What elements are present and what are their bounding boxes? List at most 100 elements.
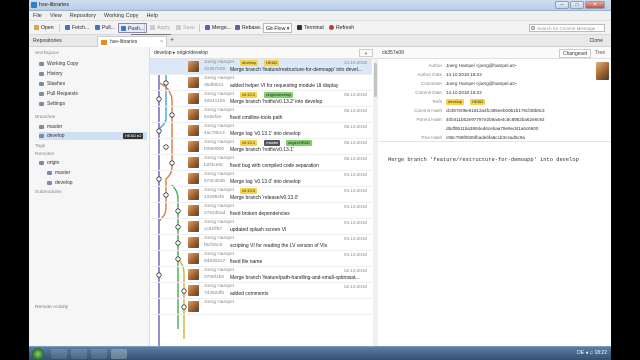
commit-hash: 673c3b3b (204, 179, 226, 184)
taskbar-media-icon[interactable] (71, 349, 87, 359)
toolbar-divider (59, 24, 60, 32)
commit-hash: 8d8302a7 (204, 259, 226, 264)
open-button[interactable]: Open (32, 23, 56, 33)
refresh-button[interactable]: Refresh (327, 23, 356, 33)
commit-row[interactable]: Joerg Hampel f2560900 08.10.2018 Merge bran… (150, 139, 372, 155)
taskbar-app-icon[interactable] (91, 349, 107, 359)
commit-row[interactable]: Joerg Hampel 0708f1b0 02.10.2018 Merge bran… (150, 267, 372, 283)
commit-row[interactable]: Joerg Hampel f8cf25c8 04.10.2018 scripting … (150, 235, 372, 251)
commit-row[interactable]: Joerg Hampel 4ac78bc4 08.10.2018 Merge tag … (150, 123, 372, 139)
author-avatar (188, 125, 199, 136)
commit-date: 04.10.2018 (344, 188, 367, 193)
add-tab-button[interactable]: + (170, 37, 174, 45)
detail-key: Commit Date (415, 90, 442, 95)
commit-date: 08.10.2018 (344, 156, 367, 161)
tab-changeset[interactable]: Changeset (559, 49, 592, 58)
close-button[interactable]: ✕ (585, 1, 605, 9)
push-button[interactable]: Push... (118, 23, 148, 33)
commit-row[interactable]: Joerg Hampel 40b41155 08.10.2018 Merge bran… (150, 91, 372, 107)
ref-label: HEAD (264, 60, 280, 66)
menu-working-copy[interactable]: Working Copy (100, 11, 142, 21)
author-avatar (188, 285, 199, 296)
author-avatar (188, 61, 199, 72)
sidebar-item-history[interactable]: History (39, 70, 147, 78)
commit-message: Merge branch 'release/v0.13.0' (230, 195, 299, 201)
commit-message: Merge tag 'v0.13.0' into develop (230, 179, 301, 185)
head-badge: HEAD ▸2 (123, 133, 144, 139)
history-icon (39, 72, 44, 76)
start-button[interactable] (32, 348, 44, 360)
repositories-button[interactable]: Repositories (33, 37, 62, 45)
commit-hash: cb357e09 (204, 67, 226, 72)
commit-date: 08.10.2018 (344, 140, 367, 145)
branch-master[interactable]: master (39, 123, 147, 131)
commit-row[interactable]: Joerg Hampel 7d392df5 02.10.2018 added comm… (150, 283, 372, 299)
commit-date: 08.10.2018 (344, 108, 367, 113)
tab-hse-libraries[interactable]: hse-libraries × (97, 36, 167, 47)
branches-header: Branches (35, 115, 56, 120)
commit-search-input[interactable]: Search for Commit Message (529, 24, 605, 32)
author-avatar (188, 157, 199, 168)
close-tab-icon[interactable]: × (160, 37, 163, 47)
terminal-icon (297, 25, 302, 30)
commit-row[interactable]: Joerg Hampel d5df9b11 added helper VI for … (150, 75, 372, 91)
save-icon (176, 25, 181, 30)
taskbar-sourcetree-icon[interactable] (111, 349, 127, 359)
detail-value: cb357e09e61812a4fc365eeb09b1b179cf38b8c3 (446, 108, 545, 113)
commit-row[interactable]: Joerg Hampel cb357e09 14.10.2018 Merge bran… (150, 59, 372, 75)
fetch-button[interactable]: Fetch... (63, 23, 91, 33)
toolbar: Open Fetch... Pull... Push... Apply Save… (29, 21, 611, 35)
divider (378, 141, 611, 142)
rebase-button[interactable]: Rebase... (233, 23, 266, 33)
commit-hash: f8cf25c8 (204, 243, 223, 248)
apply-icon (150, 25, 155, 30)
commit-row[interactable]: Joerg Hampel 43296ef5 04.10.2018 Merge bran… (150, 187, 372, 203)
pull-button[interactable]: Pull... (93, 23, 117, 33)
commit-message: updated splash screen VI (230, 227, 287, 233)
remote-branch-develop[interactable]: develop (47, 179, 147, 187)
commit-author: Joerg Hampel (204, 188, 234, 193)
scrollbar-thumb[interactable] (374, 63, 377, 97)
menu-file[interactable]: File (29, 11, 46, 21)
save-button[interactable]: Save (174, 23, 197, 33)
commit-row[interactable]: Joerg Hampel 619ef2e 08.10.2018 fixed cmdli… (150, 107, 372, 123)
apply-button[interactable]: Apply (148, 23, 172, 33)
menu-repository[interactable]: Repository (66, 11, 100, 21)
merge-button[interactable]: Merge... (203, 23, 233, 33)
commit-message: fixed file name (230, 259, 263, 265)
author-avatar (596, 62, 609, 80)
sidebar-item-settings[interactable]: Settings (39, 100, 147, 108)
taskbar-explorer-icon[interactable] (51, 349, 67, 359)
sidebar-item-working-copy[interactable]: Working Copy (39, 60, 147, 68)
ref-label: develop (240, 60, 259, 66)
sidebar-item-pull-requests[interactable]: Pull Requests (39, 90, 147, 98)
commit-row[interactable]: Joerg Hampel 27623bad 04.10.2018 fixed brok… (150, 203, 372, 219)
window-title: hse-libraries (39, 2, 69, 8)
history-options-dropdown[interactable]: ▾ (359, 49, 373, 57)
sidebar: Workspace Working Copy History Stashes P… (29, 47, 150, 354)
git-flow-button[interactable]: Git-Flow ▾ (263, 23, 293, 33)
commit-row[interactable]: Joerg Hampel 8d8302a7 04.10.2018 fixed file… (150, 251, 372, 267)
tab-tree[interactable]: Tree (592, 49, 608, 58)
commit-row[interactable]: Joerg Hampel 673c3b3b 04.10.2018 Merge tag … (150, 171, 372, 187)
menu-help[interactable]: Help (142, 11, 161, 21)
commit-row[interactable]: Joerg Hampel (150, 299, 372, 315)
sidebar-item-stashes[interactable]: Stashes (39, 80, 147, 88)
minimize-button[interactable]: – (555, 1, 569, 9)
remote-activity-label[interactable]: Remote Activity (35, 305, 68, 310)
branch-selector[interactable]: develop ▸ origin/develop (154, 49, 208, 57)
remote-branch-master[interactable]: master (47, 169, 147, 177)
remote-origin[interactable]: origin (39, 159, 147, 167)
repository-icon (101, 40, 107, 45)
search-icon (531, 26, 535, 30)
commit-date: 04.10.2018 (344, 220, 367, 225)
commit-author: Joerg Hampel (204, 284, 234, 289)
commit-hash: 40b41155 (204, 99, 225, 104)
commit-row[interactable]: Joerg Hampel b2f4ce8c 08.10.2018 fixed bug … (150, 155, 372, 171)
author-avatar (188, 205, 199, 216)
maximize-button[interactable]: □ (570, 1, 584, 9)
terminal-button[interactable]: Terminal (295, 23, 326, 33)
commit-row[interactable]: Joerg Hampel cc81ff67 04.10.2018 updated sp… (150, 219, 372, 235)
clone-button[interactable]: Clone (589, 37, 603, 45)
menu-view[interactable]: View (46, 11, 66, 21)
